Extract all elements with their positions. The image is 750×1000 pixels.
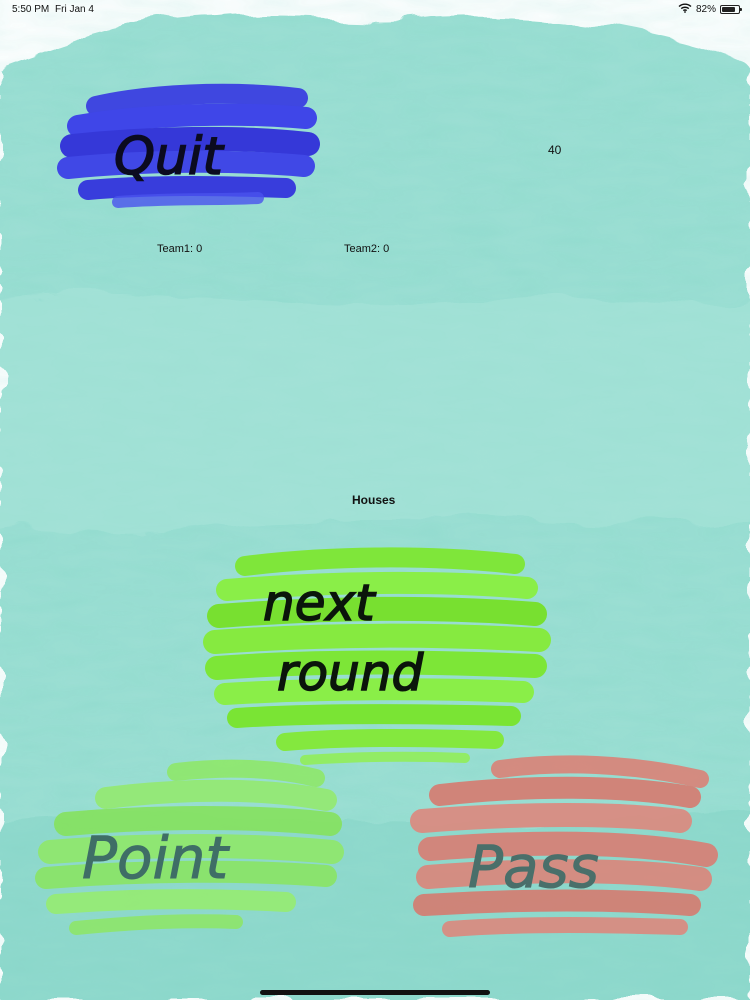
status-date: Fri Jan 4 — [55, 4, 94, 15]
quit-button[interactable]: Quit — [57, 83, 320, 216]
next-round-label-line2: round — [277, 644, 424, 702]
next-round-button[interactable]: next round — [203, 547, 551, 775]
status-time: 5:50 PM — [12, 4, 50, 15]
timer-text: 40 — [548, 143, 562, 157]
wifi-icon — [678, 3, 692, 16]
battery-level — [722, 7, 736, 12]
pass-label: Pass — [468, 833, 599, 901]
battery-percent: 82% — [695, 4, 716, 15]
quit-label: Quit — [114, 127, 224, 187]
status-bar: 5:50 PM Fri Jan 4 82% — [0, 0, 750, 20]
point-label: Point — [82, 824, 230, 892]
next-round-label-line1: next — [263, 574, 377, 632]
team2-score: Team2: 0 — [344, 243, 390, 255]
battery-icon — [720, 5, 742, 14]
current-word: Houses — [352, 493, 396, 507]
status-right: 82% — [678, 3, 742, 16]
pass-button[interactable]: Pass — [410, 755, 718, 945]
point-button[interactable]: Point — [35, 758, 344, 943]
team1-score: Team1: 0 — [157, 243, 203, 255]
home-indicator[interactable] — [260, 990, 490, 995]
